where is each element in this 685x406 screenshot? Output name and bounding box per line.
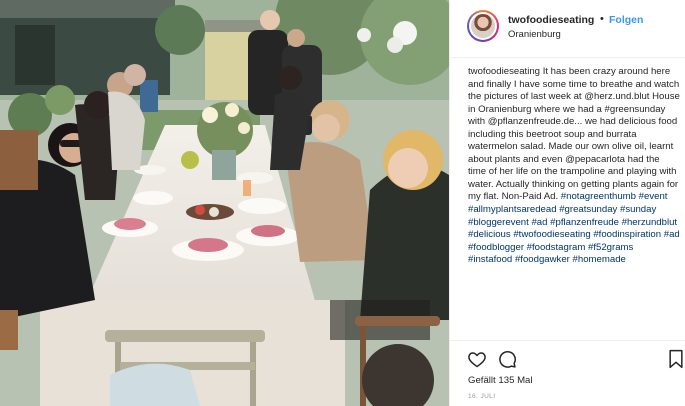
post-date: 16. JULI — [468, 393, 496, 400]
caption-text: It has been crazy around here and finall… — [468, 66, 680, 203]
avatar[interactable] — [467, 10, 499, 42]
post-actions: Gefällt 135 Mal 16. JULI — [450, 340, 685, 406]
heart-icon[interactable] — [467, 349, 487, 369]
likes-count[interactable]: Gefällt 135 Mal — [468, 375, 533, 386]
separator-dot: • — [600, 13, 604, 25]
location-link[interactable]: Oranienburg — [508, 29, 561, 40]
follow-button[interactable]: Folgen — [609, 14, 643, 26]
post-caption: twofoodieseating It has been crazy aroun… — [468, 66, 680, 267]
comment-icon[interactable] — [497, 349, 517, 369]
post-photo[interactable] — [0, 0, 449, 406]
username-link[interactable]: twofoodieseating — [508, 14, 594, 26]
post-header: twofoodieseating • Folgen Oranienburg — [450, 0, 685, 58]
caption-hashtags[interactable]: #notagreenthumb #event #allmyplantsarede… — [468, 191, 680, 265]
bookmark-icon[interactable] — [667, 349, 685, 369]
avatar-image — [471, 14, 495, 38]
avatar-ring — [469, 12, 497, 40]
post-side-panel: twofoodieseating • Folgen Oranienburg tw… — [449, 0, 685, 406]
caption-username[interactable]: twofoodieseating — [468, 66, 540, 77]
garden-dinner-photo — [0, 0, 449, 406]
